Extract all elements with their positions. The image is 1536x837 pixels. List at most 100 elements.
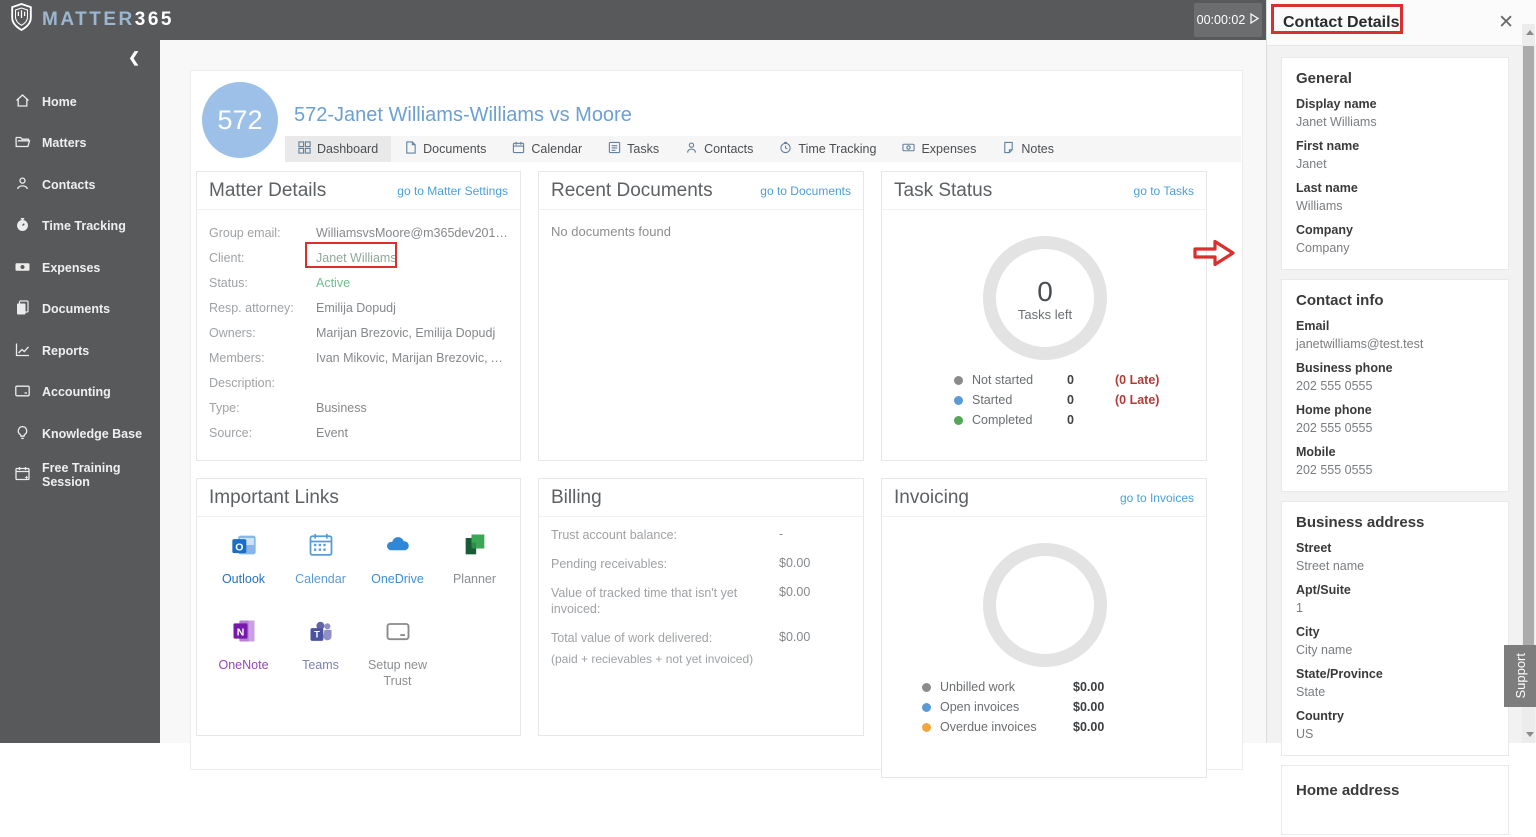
contact-section-general: General Display name Janet Williams Firs… [1281, 57, 1509, 270]
scrollbar-down-arrow[interactable] [1525, 732, 1534, 737]
detail-row: Client: Janet Williams [209, 250, 397, 265]
detail-row: Type: Business [209, 400, 367, 415]
documents-icon [14, 299, 42, 319]
tab-contacts[interactable]: Contacts [672, 136, 766, 162]
folder-icon [14, 133, 42, 153]
calendar-app-icon [307, 531, 335, 571]
task-list-icon [608, 141, 621, 157]
contact-details-title: Contact Details [1283, 13, 1400, 31]
legend-dot [922, 682, 931, 692]
sidebar-item-free-training[interactable]: Free Training Session [0, 455, 160, 497]
tab-notes[interactable]: Notes [989, 136, 1067, 162]
trust-card-icon [384, 617, 412, 657]
invoicing-title: Invoicing [894, 486, 969, 508]
link-outlook[interactable]: O Outlook [205, 531, 282, 603]
calendar-icon [512, 141, 525, 157]
detail-row: Group email: WilliamsvsMoore@m365dev2019.… [209, 225, 508, 240]
status-badge: Active [316, 275, 351, 290]
sidebar-item-expenses[interactable]: Expenses [0, 247, 160, 289]
matter-avatar: 572 [202, 82, 278, 158]
timer-widget[interactable]: 00:00:02 [1194, 3, 1262, 37]
legend-dot [922, 722, 931, 732]
sidebar-nav: ❮ Home Matters Contacts Time Tracking Ex… [0, 40, 160, 743]
play-icon[interactable] [1250, 12, 1260, 27]
detail-row: Resp. attorney: Emilija Dopudj [209, 300, 396, 315]
tab-documents[interactable]: Documents [391, 136, 499, 162]
client-name-link[interactable]: Janet Williams [316, 251, 397, 265]
matter-title: 572-Janet Williams-Williams vs Moore [294, 104, 632, 126]
scrollbar-up-arrow[interactable] [1525, 30, 1534, 35]
dashboard-grid-icon [298, 141, 311, 157]
tab-dashboard[interactable]: Dashboard [285, 136, 392, 162]
link-calendar[interactable]: Calendar [282, 531, 359, 603]
legend-started: Started 0 (0 Late) [882, 390, 1206, 410]
tasks-left-label: Tasks left [1017, 307, 1073, 322]
link-teams[interactable]: T Teams [282, 617, 359, 689]
detail-row: Description: [209, 375, 275, 390]
sidebar-item-contacts[interactable]: Contacts [0, 164, 160, 206]
clock-icon [779, 141, 792, 157]
legend-dot [954, 375, 963, 385]
outlook-icon: O [230, 531, 258, 571]
tab-time-tracking[interactable]: Time Tracking [766, 136, 889, 162]
banknote-icon [14, 258, 42, 278]
home-icon [14, 92, 42, 112]
planner-icon [461, 531, 489, 571]
sidebar-collapse-icon[interactable]: ❮ [128, 49, 140, 66]
timer-value: 00:00:02 [1196, 13, 1246, 27]
invoicing-card: Invoicing go to Invoices Unbilled work $… [881, 478, 1207, 778]
link-planner[interactable]: Planner [436, 531, 513, 603]
onenote-icon: N [230, 617, 258, 657]
legend-completed: Completed 0 [882, 410, 1206, 430]
sidebar-item-knowledge-base[interactable]: Knowledge Base [0, 413, 160, 455]
go-to-matter-settings-link[interactable]: go to Matter Settings [397, 184, 508, 198]
link-onedrive[interactable]: OneDrive [359, 531, 436, 603]
close-icon[interactable]: ✕ [1498, 11, 1514, 34]
legend-dot [922, 702, 931, 712]
link-onenote[interactable]: N OneNote [205, 617, 282, 689]
contact-section-home-address: Home address [1281, 765, 1509, 835]
sidebar-item-time-tracking[interactable]: Time Tracking [0, 206, 160, 248]
tab-expenses[interactable]: Expenses [889, 136, 989, 162]
sidebar-item-documents[interactable]: Documents [0, 289, 160, 331]
note-icon [1002, 141, 1015, 157]
go-to-invoices-link[interactable]: go to Invoices [1120, 491, 1194, 505]
legend-not-started: Not started 0 (0 Late) [882, 370, 1206, 390]
matter-tabs: Dashboard Documents Calendar Tasks Conta… [285, 136, 1241, 162]
detail-row: Source: Event [209, 425, 348, 440]
billing-row: Total value of work delivered: $0.00 [551, 630, 811, 645]
teams-icon: T [307, 617, 335, 657]
person-icon [14, 175, 42, 195]
billing-row: Trust account balance: - [551, 527, 784, 542]
legend-open-invoices: Open invoices $0.00 [882, 697, 1206, 717]
sidebar-item-home[interactable]: Home [0, 81, 160, 123]
panel-scrollbar-thumb[interactable] [1523, 46, 1534, 706]
tab-tasks[interactable]: Tasks [595, 136, 672, 162]
brand-name: MATTER365 [42, 9, 174, 30]
legend-overdue-invoices: Overdue invoices $0.00 [882, 717, 1206, 737]
page-icon [404, 141, 417, 157]
card-icon [14, 382, 42, 402]
legend-unbilled-work: Unbilled work $0.00 [882, 677, 1206, 697]
chart-icon-reports[interactable]: Reports [0, 330, 160, 372]
go-to-documents-link[interactable]: go to Documents [760, 184, 851, 198]
sidebar-item-accounting[interactable]: Accounting [0, 372, 160, 414]
contact-section-contact-info: Contact info Email janetwilliams@test.te… [1281, 279, 1509, 492]
lightbulb-icon [14, 424, 42, 444]
calendar-star-icon [14, 465, 42, 485]
person-icon [685, 141, 698, 157]
tasks-left-count: 0 [1037, 276, 1053, 307]
tab-calendar[interactable]: Calendar [499, 136, 595, 162]
task-status-card: Task Status go to Tasks 0 Tasks left Not… [881, 171, 1207, 461]
banknote-icon [902, 141, 916, 157]
matter-details-card: Matter Details go to Matter Settings Gro… [196, 171, 521, 461]
invoicing-donut-chart [983, 543, 1107, 667]
onedrive-cloud-icon [383, 531, 413, 571]
go-to-tasks-link[interactable]: go to Tasks [1134, 184, 1194, 198]
link-setup-trust[interactable]: Setup new Trust [359, 617, 436, 689]
support-tab[interactable]: Support [1504, 645, 1536, 707]
sidebar-item-matters[interactable]: Matters [0, 123, 160, 165]
billing-title: Billing [551, 486, 602, 508]
task-status-title: Task Status [894, 179, 993, 201]
legend-dot [954, 415, 963, 425]
